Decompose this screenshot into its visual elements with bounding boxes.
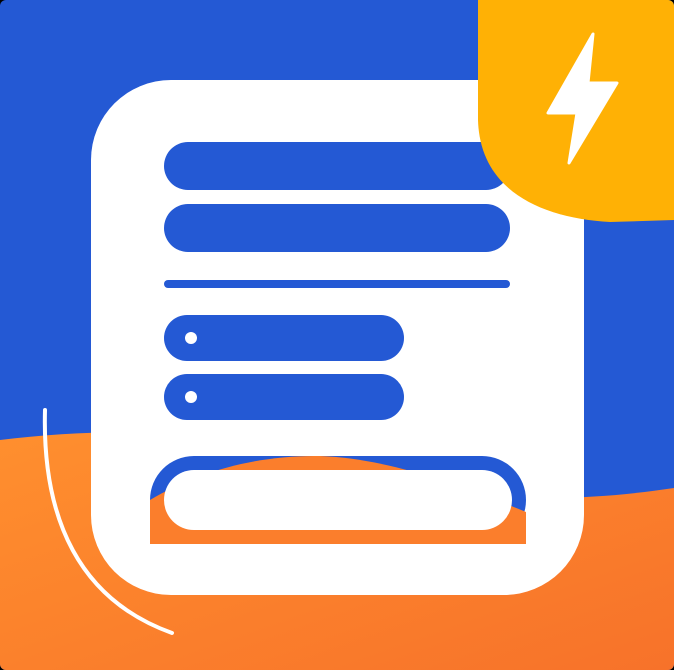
form-bar-2 (164, 204, 510, 252)
list-bullet-2 (185, 391, 197, 403)
form-divider (164, 280, 510, 288)
list-bullet-1 (185, 332, 197, 344)
list-item-2 (164, 374, 404, 420)
form-builder-illustration (0, 0, 674, 670)
list-item-1 (164, 315, 404, 361)
submit-field (150, 455, 526, 544)
form-bar-1 (164, 142, 510, 190)
app-icon (0, 0, 674, 670)
